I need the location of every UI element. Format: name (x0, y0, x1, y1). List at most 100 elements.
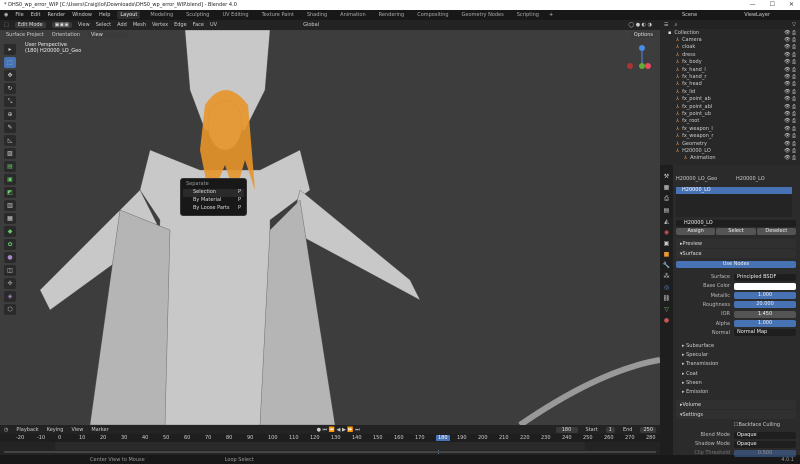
navigation-gizmo[interactable] (620, 42, 656, 78)
outliner-item[interactable]: ⅄ fx_weapon_r 👁 ⎙ (660, 132, 800, 139)
menu-file[interactable]: File (15, 12, 23, 18)
menu-render[interactable]: Render (47, 12, 65, 18)
outliner-item[interactable]: ⅄ fx_root 👁 ⎙ (660, 118, 800, 125)
visibility-icon[interactable]: 👁 ⎙ (784, 81, 796, 87)
outliner-item[interactable]: ⅄ fx_hand_l 👁 ⎙ (660, 66, 800, 73)
visibility-icon[interactable]: 👁 ⎙ (784, 133, 796, 139)
3d-viewport[interactable]: Surface Project Orientation View User Pe… (0, 30, 660, 425)
inset-tool-icon[interactable]: ▣ (4, 174, 16, 185)
outliner-item[interactable]: ⅄ Camera 👁 ⎙ (660, 36, 800, 43)
menu-add[interactable]: Add (117, 22, 127, 28)
field-value[interactable]: 1.000 (734, 320, 796, 327)
add-cube-tool-icon[interactable]: ▨ (4, 148, 16, 159)
menu-select[interactable]: Select (96, 22, 111, 28)
menu-edit[interactable]: Edit (31, 12, 41, 18)
menu-view[interactable]: View (78, 22, 90, 28)
visibility-icon[interactable]: 👁 ⎙ (784, 44, 796, 50)
rotate-tool-icon[interactable]: ↻ (4, 83, 16, 94)
menu-face[interactable]: Face (193, 22, 204, 28)
options-button[interactable]: Options (630, 32, 656, 38)
view-layer-tab-icon[interactable]: ▤ (664, 207, 670, 214)
current-frame-field[interactable]: 180 (555, 426, 578, 433)
visibility-icon[interactable]: 👁 ⎙ (784, 96, 796, 102)
material-slot-list[interactable]: H20000_LO (676, 187, 792, 217)
outliner-item[interactable]: ⅄ fx_hand_r 👁 ⎙ (660, 73, 800, 80)
minimize-button[interactable]: — (750, 1, 756, 8)
clip-threshold-field[interactable]: 0.500 (734, 449, 796, 457)
deselect-button[interactable]: Deselect (756, 227, 796, 235)
visibility-icon[interactable]: 👁 ⎙ (784, 74, 796, 80)
tweak-tool-icon[interactable]: ▸ (4, 44, 16, 55)
tab-uv-editing[interactable]: UV Editing (219, 11, 251, 19)
select-mode-buttons[interactable]: ▣▣▣ (51, 22, 72, 28)
visibility-icon[interactable]: 👁 ⎙ (784, 126, 796, 132)
edge-slide-tool-icon[interactable]: ◫ (4, 265, 16, 276)
start-frame-field[interactable]: 1 (605, 426, 615, 433)
output-tab-icon[interactable]: ⎙ (664, 195, 669, 203)
outliner-item[interactable]: ⅄ fx_lid 👁 ⎙ (660, 88, 800, 95)
tab-rendering[interactable]: Rendering (376, 11, 408, 19)
menu-window[interactable]: Window (72, 12, 92, 18)
menu-item-by-material[interactable]: By Material P (183, 197, 244, 205)
tab-animation[interactable]: Animation (337, 11, 369, 19)
end-frame-field[interactable]: 250 (640, 426, 656, 433)
timeline[interactable]: ◷ Playback Keying View Marker ● ⏮ ⏪ ◀ ▶ … (0, 425, 660, 455)
subpanel-coat[interactable]: ▸ Coat (682, 371, 698, 377)
menu-mesh[interactable]: Mesh (133, 22, 146, 28)
menu-help[interactable]: Help (99, 12, 110, 18)
tab-compositing[interactable]: Compositing (414, 11, 451, 19)
tab-modeling[interactable]: Modeling (147, 11, 176, 19)
material-slot-item[interactable]: H20000_LO (676, 187, 792, 194)
visibility-icon[interactable]: 👁 ⎙ (784, 52, 796, 58)
menu-edge[interactable]: Edge (174, 22, 187, 28)
select-button[interactable]: Select (716, 227, 756, 235)
annotate-tool-icon[interactable]: ✎ (4, 122, 16, 133)
tab-texture-paint[interactable]: Texture Paint (259, 11, 297, 19)
shear-tool-icon[interactable]: ◈ (4, 291, 16, 302)
visibility-icon[interactable]: 👁 ⎙ (784, 155, 796, 161)
visibility-icon[interactable]: 👁 ⎙ (784, 141, 796, 147)
orientation-dropdown[interactable]: View (87, 32, 128, 38)
maximize-button[interactable]: ☐ (770, 1, 775, 8)
constraints-tab-icon[interactable]: ⛓ (663, 295, 671, 302)
outliner-item[interactable]: ⅄ fx_point_ab 👁 ⎙ (660, 96, 800, 103)
field-value[interactable]: Principled BSDF (734, 273, 796, 281)
menu-item-by-loose-parts[interactable]: By Loose Parts P (183, 205, 244, 213)
smooth-tool-icon[interactable]: ● (4, 252, 16, 263)
field-value[interactable]: 20.000 (734, 301, 796, 309)
settings-section[interactable]: ▾ Settings (676, 410, 796, 419)
spin-tool-icon[interactable]: ✿ (4, 239, 16, 250)
measure-tool-icon[interactable]: ◺ (4, 135, 16, 146)
outliner-item[interactable]: ⅄ fx_weapon_l 👁 ⎙ (660, 125, 800, 132)
playback-controls[interactable]: ● ⏮ ⏪ ◀ ▶ ⏩ ⏭ (317, 427, 360, 433)
use-nodes-button[interactable]: Use Nodes (676, 260, 796, 268)
subpanel-emission[interactable]: ▸ Emission (682, 389, 708, 395)
scene-tab-icon[interactable]: ◭ (664, 218, 669, 225)
mode-selector[interactable]: Edit Mode (14, 22, 46, 28)
menu-playback[interactable]: Playback (16, 427, 38, 433)
visibility-icon[interactable]: 👁 ⎙ (784, 67, 796, 73)
view-layer-selector[interactable]: ViewLayer (744, 12, 770, 18)
render-tab-icon[interactable]: ▦ (664, 184, 670, 191)
surface-section[interactable]: ▾ Surface (676, 249, 796, 258)
visibility-icon[interactable]: 👁 ⎙ (784, 104, 796, 110)
tab-shading[interactable]: Shading (304, 11, 330, 19)
bevel-tool-icon[interactable]: ◩ (4, 187, 16, 198)
volume-section[interactable]: ▸ Volume (676, 400, 796, 409)
search-icon[interactable]: ⌕ (674, 22, 677, 28)
visibility-icon[interactable]: 👁 ⎙ (784, 118, 796, 124)
subpanel-subsurface[interactable]: ▸ Subsurface (682, 343, 714, 349)
outliner-item[interactable]: ⅄ dress 👁 ⎙ (660, 51, 800, 58)
particles-tab-icon[interactable]: ⁂ (664, 273, 670, 280)
scene-selector[interactable]: Scene (682, 12, 697, 18)
outliner-item[interactable]: ⅄ fx_point_abl 👁 ⎙ (660, 103, 800, 110)
transform-orientation[interactable]: Global (303, 22, 319, 28)
visibility-icon[interactable]: 👁 ⎙ (784, 59, 796, 65)
menu-vertex[interactable]: Vertex (152, 22, 168, 28)
knife-tool-icon[interactable]: ▦ (4, 213, 16, 224)
blender-logo-icon[interactable]: ◉ (4, 12, 8, 18)
subpanel-transmission[interactable]: ▸ Transmission (682, 361, 718, 367)
subpanel-specular[interactable]: ▸ Specular (682, 352, 708, 358)
menu-keying[interactable]: Keying (47, 427, 64, 433)
outliner-item[interactable]: ⅄ cloak 👁 ⎙ (660, 44, 800, 51)
